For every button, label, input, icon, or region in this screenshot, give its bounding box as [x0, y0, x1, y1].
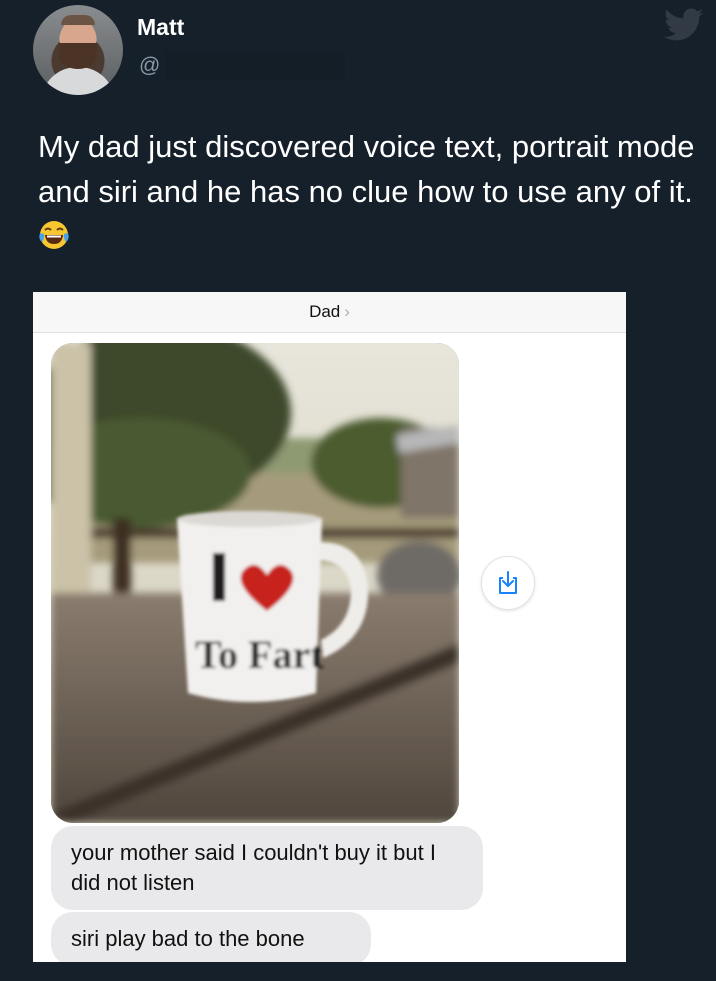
tweet-text: My dad just discovered voice text, portr… — [38, 124, 698, 259]
avatar-hair — [61, 15, 95, 25]
tweet-view: Matt @ My dad just discovered voice text… — [0, 0, 716, 981]
contact-name[interactable]: Dad — [309, 302, 340, 321]
message-bubble[interactable]: siri play bad to the bone — [51, 912, 371, 962]
conversation-header[interactable]: Dad › — [33, 292, 626, 333]
avatar-hoodie — [41, 67, 115, 95]
avatar-beard — [59, 43, 97, 69]
messages-screenshot: Dad › To Fart your mother said I couldn'… — [33, 292, 626, 962]
save-download-icon — [499, 571, 517, 594]
tears-of-joy-emoji-icon — [39, 221, 69, 249]
handle-redaction — [165, 50, 345, 80]
save-photo-button[interactable] — [481, 556, 535, 610]
chevron-right-icon: › — [344, 302, 350, 321]
mug-photo[interactable]: To Fart — [51, 343, 459, 823]
twitter-bird-icon — [664, 8, 704, 41]
author-avatar[interactable] — [33, 5, 123, 95]
author-name[interactable]: Matt — [137, 14, 184, 41]
mug-text-line2: To Fart — [195, 632, 324, 677]
tweet-body: My dad just discovered voice text, portr… — [38, 129, 695, 209]
author-handle[interactable]: @ — [139, 54, 160, 78]
message-bubble[interactable]: your mother said I couldn't buy it but I… — [51, 826, 483, 910]
